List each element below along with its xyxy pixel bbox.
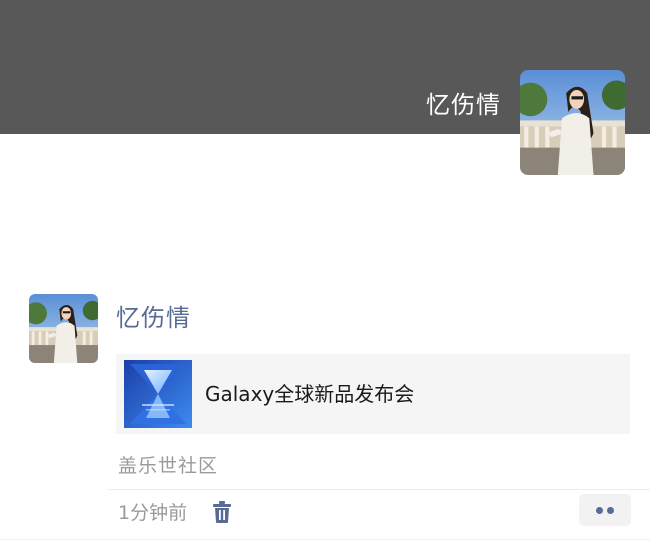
shared-link-title: Galaxy全球新品发布会: [205, 382, 415, 406]
avatar-photo: [29, 294, 98, 363]
moments-page: 忆伤情 忆伤情 Galaxy全球新品发布会 盖乐世社区 1分钟前: [0, 0, 650, 546]
post-timestamp: 1分钟前: [118, 502, 188, 524]
trash-icon[interactable]: [212, 500, 232, 524]
avatar-photo: [520, 70, 625, 175]
more-dots-icon: [607, 507, 614, 514]
post-avatar[interactable]: [29, 294, 98, 363]
more-actions-button[interactable]: [579, 494, 631, 526]
shared-link-card[interactable]: Galaxy全球新品发布会: [116, 354, 630, 434]
cover-avatar[interactable]: [520, 70, 625, 175]
post-source-label[interactable]: 盖乐世社区: [118, 451, 218, 481]
cover-user-name: 忆伤情: [426, 91, 501, 119]
more-dots-icon: [596, 507, 603, 514]
divider: [108, 489, 650, 490]
galaxy-event-thumbnail-icon: [124, 360, 192, 428]
divider: [0, 539, 650, 540]
post-user-name[interactable]: 忆伤情: [116, 301, 191, 335]
